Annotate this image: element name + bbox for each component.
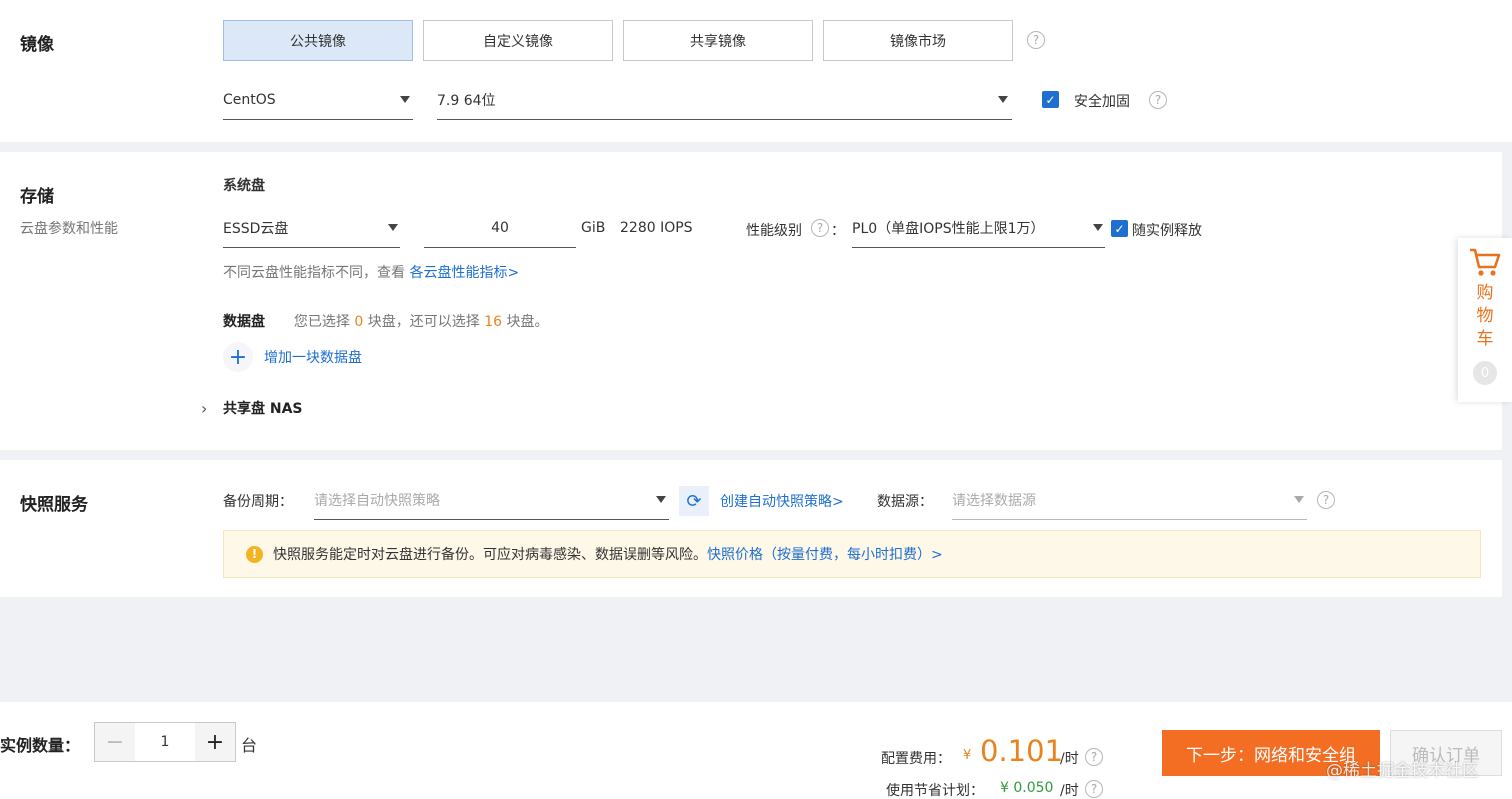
increase-quantity-button[interactable]: + (195, 723, 235, 761)
image-section-title: 镜像 (20, 35, 54, 55)
data-disk-text-3: 块盘。 (506, 314, 549, 330)
tab-custom-image[interactable]: 自定义镜像 (423, 20, 613, 61)
backup-cycle-label: 备份周期： (223, 494, 293, 510)
version-select-value: 7.9 64位 (437, 92, 496, 109)
perf-level-colon: ： (831, 223, 845, 239)
shopping-cart-panel[interactable]: 购物车 0 (1458, 238, 1512, 402)
tab-image-market[interactable]: 镜像市场 (823, 20, 1013, 61)
disk-type-value: ESSD云盘 (223, 220, 289, 237)
config-fee-currency: ¥ (963, 748, 972, 763)
perf-level-value: PL0（单盘IOPS性能上限1万） (852, 220, 1045, 237)
image-section: 镜像 公共镜像 自定义镜像 共享镜像 镜像市场 ? CentOS 7.9 64位… (0, 0, 1512, 142)
tab-public-image[interactable]: 公共镜像 (223, 20, 413, 61)
snapshot-notice: ! 快照服务能定时对云盘进行备份。可应对病毒感染、数据误删等风险。 快照价格（按… (223, 530, 1481, 578)
quantity-unit: 台 (241, 736, 258, 755)
config-fee-value: 0.101 (980, 734, 1064, 768)
security-help-icon[interactable]: ? (1149, 91, 1167, 109)
version-select[interactable]: 7.9 64位 (437, 80, 1012, 120)
snapshot-price-link[interactable]: 快照价格（按量付费，每小时扣费）> (707, 544, 943, 564)
snapshot-notice-text: 快照服务能定时对云盘进行备份。可应对病毒感染、数据误删等风险。 (273, 547, 707, 563)
cart-icon (1470, 248, 1501, 276)
shared-disk-nas-toggle[interactable]: › 共享盘 NAS (201, 398, 303, 418)
savings-plan-unit: /时 (1060, 783, 1079, 799)
shared-disk-nas-label: 共享盘 NAS (223, 401, 303, 417)
datasource-placeholder: 请选择数据源 (952, 492, 1036, 509)
config-fee-label: 配置费用： (881, 751, 951, 767)
add-data-disk-label: 增加一块数据盘 (264, 350, 362, 366)
tab-shared-image[interactable]: 共享镜像 (623, 20, 813, 61)
data-disk-text-1: 您已选择 (293, 314, 350, 330)
storage-section: 存储 云盘参数和性能 系统盘 ESSD云盘 40 GiB 2280 IOPS 性… (0, 152, 1502, 450)
data-disk-label: 数据盘 (223, 314, 265, 330)
quantity-input[interactable]: 1 (135, 723, 195, 761)
chevron-down-icon (998, 96, 1008, 103)
savings-plan-label: 使用节省计划： (886, 783, 984, 799)
disk-perf-link[interactable]: 各云盘性能指标> (409, 265, 519, 281)
disk-iops: 2280 IOPS (620, 220, 693, 236)
chevron-down-icon (1294, 496, 1304, 503)
chevron-down-icon (656, 496, 666, 503)
quantity-stepper: − 1 + (94, 722, 236, 762)
security-hardening-checkbox[interactable]: ✓ (1042, 91, 1059, 108)
chevron-down-icon (388, 224, 398, 231)
release-with-instance-label: 随实例释放 (1132, 223, 1202, 239)
perf-level-select[interactable]: PL0（单盘IOPS性能上限1万） (852, 208, 1105, 248)
disk-unit: GiB (581, 220, 606, 236)
data-disk-text-2: 块盘，还可以选择 (367, 314, 480, 330)
storage-section-subtitle: 云盘参数和性能 (20, 221, 118, 237)
chevron-down-icon (1093, 224, 1103, 231)
datasource-help-icon[interactable]: ? (1317, 491, 1335, 509)
backup-policy-placeholder: 请选择自动快照策略 (314, 492, 440, 509)
data-disk-row: 数据盘 您已选择 0 块盘，还可以选择 16 块盘。 (223, 311, 548, 331)
perf-level-label: 性能级别 (746, 223, 802, 239)
datasource-label: 数据源： (877, 494, 933, 510)
os-select-value: CentOS (223, 91, 276, 108)
snapshot-section-title: 快照服务 (20, 495, 88, 515)
datasource-select[interactable]: 请选择数据源 (952, 480, 1307, 520)
savings-plan-help-icon[interactable]: ? (1085, 780, 1103, 798)
disk-size-value: 40 (491, 219, 509, 236)
data-disk-remaining-count: 16 (484, 314, 503, 330)
cart-count-badge: 0 (1473, 361, 1497, 385)
storage-section-title: 存储 (20, 187, 54, 207)
chevron-down-icon (400, 96, 410, 103)
disk-perf-hint: 不同云盘性能指标不同，查看 各云盘性能指标> (223, 262, 519, 282)
disk-perf-hint-text: 不同云盘性能指标不同，查看 (223, 265, 405, 281)
savings-plan-value: ¥ 0.050 (1000, 780, 1054, 796)
disk-size-input[interactable]: 40 (424, 208, 576, 248)
cart-label: 购物车 (1476, 283, 1494, 349)
perf-level-help-icon[interactable]: ? (811, 219, 829, 237)
image-help-icon[interactable]: ? (1027, 31, 1045, 49)
backup-policy-select[interactable]: 请选择自动快照策略 (314, 480, 669, 520)
warning-icon: ! (246, 545, 263, 563)
add-data-disk-button[interactable]: + 增加一块数据盘 (223, 342, 362, 372)
data-disk-selected-count: 0 (354, 314, 364, 330)
security-hardening-label: 安全加固 (1074, 94, 1130, 110)
system-disk-label: 系统盘 (223, 178, 265, 194)
watermark: @稀土掘金技术社区 (1326, 761, 1479, 781)
refresh-icon[interactable]: ⟳ (679, 486, 709, 516)
plus-icon: + (223, 342, 253, 372)
config-fee-unit: /时 (1060, 751, 1079, 767)
quantity-label: 实例数量： (0, 736, 81, 755)
chevron-right-icon: › (201, 398, 208, 418)
config-fee-help-icon[interactable]: ? (1085, 748, 1103, 766)
disk-type-select[interactable]: ESSD云盘 (223, 208, 400, 248)
order-footer: 实例数量： − 1 + 台 配置费用： ¥ 0.101 /时 ? 使用节省计划：… (0, 702, 1512, 799)
create-snapshot-policy-link[interactable]: 创建自动快照策略> (720, 491, 844, 511)
decrease-quantity-button[interactable]: − (95, 723, 135, 761)
os-select[interactable]: CentOS (223, 80, 413, 120)
release-with-instance-checkbox[interactable]: ✓ (1111, 220, 1128, 237)
